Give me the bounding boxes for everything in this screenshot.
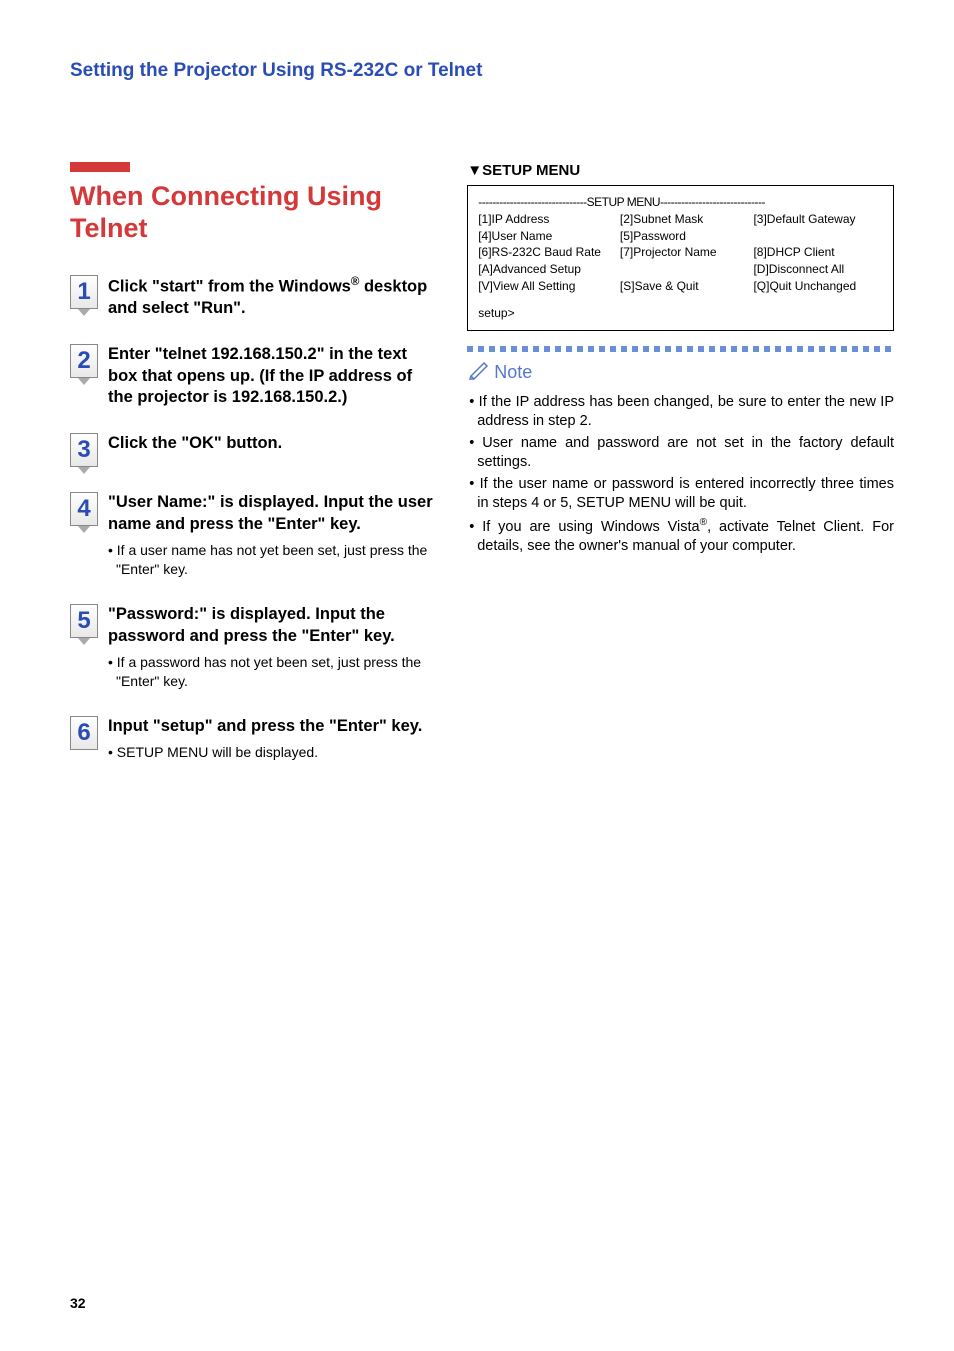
- menu-dhcp-client: [8]DHCP Client: [753, 244, 883, 261]
- step-3: 3 Click the "OK" button.: [70, 433, 437, 467]
- setup-menu-box: -------------------------------SETUP MEN…: [467, 185, 894, 331]
- right-column: ▼SETUP MENU ----------------------------…: [467, 162, 894, 787]
- step-2-text: Enter "telnet 192.168.150.2" in the text…: [108, 344, 437, 408]
- step-4: 4 "User Name:" is displayed. Input the u…: [70, 492, 437, 579]
- page-number: 32: [70, 1295, 86, 1311]
- menu-advanced-setup: [A]Advanced Setup: [478, 261, 620, 278]
- menu-default-gateway: [3]Default Gateway: [753, 211, 883, 228]
- menu-baud-rate: [6]RS-232C Baud Rate: [478, 244, 620, 261]
- step-number-5: 5: [70, 604, 98, 638]
- step-5: 5 "Password:" is displayed. Input the pa…: [70, 604, 437, 691]
- menu-quit-unchanged: [Q]Quit Unchanged: [753, 278, 883, 295]
- step-2: 2 Enter "telnet 192.168.150.2" in the te…: [70, 344, 437, 408]
- header-title: Setting the Projector Using RS-232C or T…: [70, 60, 894, 82]
- section-accent-bar: [70, 162, 130, 172]
- step-6: 6 Input "setup" and press the "Enter" ke…: [70, 716, 437, 762]
- step-3-text: Click the "OK" button.: [108, 433, 437, 454]
- step-4-text: "User Name:" is displayed. Input the use…: [108, 492, 437, 535]
- menu-ip-address: [1]IP Address: [478, 211, 620, 228]
- setup-prompt: setup>: [478, 305, 883, 322]
- step-4-sub: • If a user name has not yet been set, j…: [108, 541, 437, 579]
- menu-projector-name: [7]Projector Name: [620, 244, 754, 261]
- step-number-4: 4: [70, 492, 98, 526]
- menu-password: [5]Password: [620, 228, 754, 245]
- triangle-down-icon: ▼: [467, 162, 482, 179]
- main-columns: When Connecting Using Telnet 1 Click "st…: [70, 162, 894, 787]
- menu-save-quit: [S]Save & Quit: [620, 278, 754, 295]
- step-number-1: 1: [70, 275, 98, 309]
- step-number-6: 6: [70, 716, 98, 750]
- step-5-text: "Password:" is displayed. Input the pass…: [108, 604, 437, 647]
- pencil-icon: [469, 360, 491, 385]
- section-title: When Connecting Using Telnet: [70, 180, 437, 245]
- setup-menu-label: ▼SETUP MENU: [467, 162, 894, 179]
- registered-icon: ®: [700, 517, 707, 528]
- menu-view-all: [V]View All Setting: [478, 278, 620, 295]
- note-list: • If the IP address has been changed, be…: [467, 393, 894, 557]
- step-number-3: 3: [70, 433, 98, 467]
- step-number-2: 2: [70, 344, 98, 378]
- step-6-sub: • SETUP MENU will be displayed.: [108, 743, 437, 762]
- step-6-text: Input "setup" and press the "Enter" key.: [108, 716, 437, 737]
- menu-user-name: [4]User Name: [478, 228, 620, 245]
- note-item-3: • If the user name or password is entere…: [467, 475, 894, 514]
- step-5-sub: • If a password has not yet been set, ju…: [108, 653, 437, 691]
- note-item-1: • If the IP address has been changed, be…: [467, 393, 894, 432]
- note-divider: [467, 346, 894, 352]
- step-1-text: Click "start" from the Windows® desktop …: [108, 275, 437, 319]
- note-item-4: • If you are using Windows Vista®, activ…: [467, 516, 894, 557]
- note-label: Note: [469, 360, 894, 385]
- menu-subnet-mask: [2]Subnet Mask: [620, 211, 754, 228]
- menu-disconnect-all: [D]Disconnect All: [753, 261, 883, 278]
- step-1: 1 Click "start" from the Windows® deskto…: [70, 275, 437, 319]
- left-column: When Connecting Using Telnet 1 Click "st…: [70, 162, 437, 787]
- note-item-2: • User name and password are not set in …: [467, 434, 894, 473]
